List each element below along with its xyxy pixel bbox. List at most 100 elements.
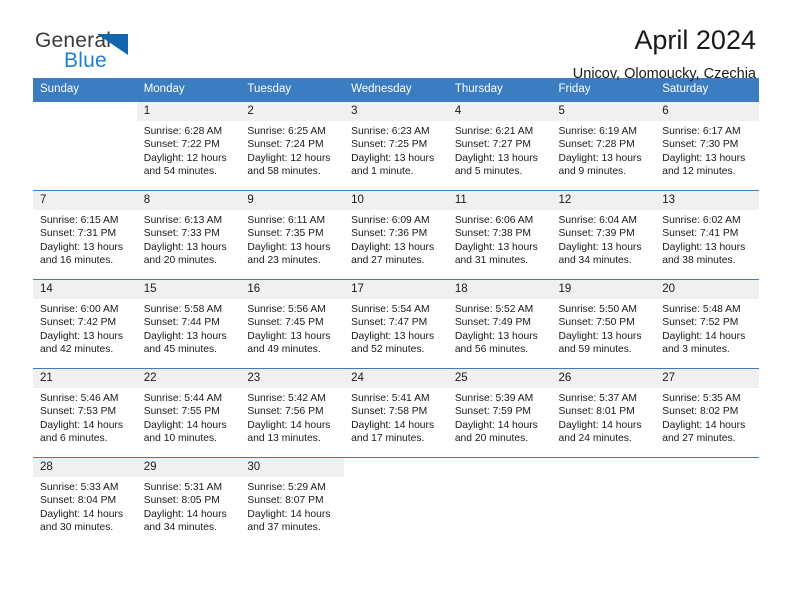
daylight-text-line2: and 5 minutes. <box>454 166 523 178</box>
day-number: 10 <box>344 191 448 210</box>
calendar-day-cell[interactable]: 7 Sunrise: 6:15 AM Sunset: 7:31 PM Daylight… <box>33 190 137 280</box>
day-details: Sunrise: 6:25 AM Sunset: 7:24 PM Daylight:… <box>240 121 344 179</box>
calendar-day-cell[interactable]: 4 Sunrise: 6:21 AM Sunset: 7:27 PM Daylight… <box>447 101 552 191</box>
daylight-text-line1: Daylight: 13 hours <box>558 330 642 342</box>
calendar-cell-empty <box>551 457 656 547</box>
calendar-day-cell[interactable]: 19 Sunrise: 5:50 AM Sunset: 7:50 PM Dayligh… <box>551 279 656 369</box>
sunset-text: Sunset: 7:33 PM <box>143 228 220 240</box>
day-details: Sunrise: 5:33 AM Sunset: 8:04 PM Daylight:… <box>33 477 137 535</box>
daylight-text-line2: and 9 minutes. <box>558 166 627 178</box>
sunset-text: Sunset: 7:55 PM <box>143 406 220 418</box>
calendar-week-row: 1 Sunrise: 6:28 AM Sunset: 7:22 PM Daylight… <box>33 101 759 191</box>
calendar-day-cell[interactable]: 17 Sunrise: 5:54 AM Sunset: 7:47 PM Dayligh… <box>344 279 448 369</box>
day-details: Sunrise: 6:17 AM Sunset: 7:30 PM Daylight:… <box>655 121 759 179</box>
day-number: 20 <box>655 280 759 299</box>
calendar-day-cell[interactable]: 20 Sunrise: 5:48 AM Sunset: 7:52 PM Dayligh… <box>655 279 759 369</box>
calendar-day-cell[interactable]: 30 Sunrise: 5:29 AM Sunset: 8:07 PM Dayligh… <box>240 457 345 547</box>
brand-logo[interactable]: General Blue <box>33 26 213 82</box>
calendar-cell-empty <box>344 457 448 547</box>
calendar-day-cell[interactable]: 27 Sunrise: 5:35 AM Sunset: 8:02 PM Dayligh… <box>655 368 759 458</box>
sunrise-text: Sunrise: 6:04 AM <box>558 215 637 226</box>
calendar-day-cell[interactable]: 2 Sunrise: 6:25 AM Sunset: 7:24 PM Daylight… <box>240 101 345 191</box>
day-number <box>447 458 552 477</box>
sunset-text: Sunset: 8:05 PM <box>143 495 220 507</box>
calendar-day-cell[interactable]: 26 Sunrise: 5:37 AM Sunset: 8:01 PM Dayligh… <box>551 368 656 458</box>
sunrise-text: Sunrise: 5:31 AM <box>143 482 223 493</box>
calendar-day-cell[interactable]: 24 Sunrise: 5:41 AM Sunset: 7:58 PM Dayligh… <box>344 368 448 458</box>
calendar-grid: Sunday Monday Tuesday Wednesday Thursday… <box>33 78 759 547</box>
sunrise-text: Sunrise: 6:19 AM <box>558 126 637 137</box>
calendar-day-cell[interactable]: 25 Sunrise: 5:39 AM Sunset: 7:59 PM Dayligh… <box>447 368 552 458</box>
day-details: Sunrise: 5:42 AM Sunset: 7:56 PM Daylight:… <box>240 388 344 446</box>
day-details <box>552 477 656 481</box>
day-number: 7 <box>33 191 137 210</box>
calendar-day-cell[interactable]: 18 Sunrise: 5:52 AM Sunset: 7:49 PM Dayligh… <box>447 279 552 369</box>
calendar-day-cell[interactable]: 13 Sunrise: 6:02 AM Sunset: 7:41 PM Dayligh… <box>655 190 759 280</box>
sunset-text: Sunset: 7:27 PM <box>454 139 531 151</box>
calendar-day-cell[interactable]: 6 Sunrise: 6:17 AM Sunset: 7:30 PM Daylight… <box>655 101 759 191</box>
sunset-text: Sunset: 7:41 PM <box>662 228 739 240</box>
daylight-text-line2: and 52 minutes. <box>351 344 425 356</box>
sunset-text: Sunset: 7:58 PM <box>351 406 428 418</box>
calendar-day-cell[interactable]: 16 Sunrise: 5:56 AM Sunset: 7:45 PM Dayligh… <box>240 279 345 369</box>
daylight-text-line2: and 12 minutes. <box>662 166 736 178</box>
calendar-day-cell[interactable]: 28 Sunrise: 5:33 AM Sunset: 8:04 PM Dayligh… <box>33 457 137 547</box>
daylight-text-line1: Daylight: 13 hours <box>247 241 331 253</box>
calendar-day-cell[interactable]: 9 Sunrise: 6:11 AM Sunset: 7:35 PM Daylight… <box>240 190 345 280</box>
calendar-day-cell[interactable]: 1 Sunrise: 6:28 AM Sunset: 7:22 PM Daylight… <box>136 101 241 191</box>
daylight-text-line2: and 20 minutes. <box>454 433 529 445</box>
page-subtitle: Unicov, Olomoucky, Czechia <box>572 66 756 83</box>
day-details: Sunrise: 5:29 AM Sunset: 8:07 PM Daylight:… <box>240 477 344 535</box>
daylight-text-line2: and 3 minutes. <box>662 344 730 356</box>
calendar-day-cell[interactable]: 10 Sunrise: 6:09 AM Sunset: 7:36 PM Dayligh… <box>344 190 448 280</box>
calendar-day-cell[interactable]: 14 Sunrise: 6:00 AM Sunset: 7:42 PM Dayligh… <box>33 279 137 369</box>
daylight-text-line1: Daylight: 13 hours <box>351 330 435 342</box>
daylight-text-line1: Daylight: 12 hours <box>143 152 227 164</box>
day-details: Sunrise: 6:23 AM Sunset: 7:25 PM Daylight:… <box>344 121 448 179</box>
day-details: Sunrise: 5:58 AM Sunset: 7:44 PM Daylight:… <box>137 299 241 357</box>
weekday-header-thursday: Thursday <box>447 78 552 102</box>
day-number <box>655 458 759 477</box>
daylight-text-line1: Daylight: 14 hours <box>662 330 746 342</box>
day-details: Sunrise: 6:28 AM Sunset: 7:22 PM Daylight:… <box>137 121 241 179</box>
calendar-week-row: 28 Sunrise: 5:33 AM Sunset: 8:04 PM Dayligh… <box>33 457 759 547</box>
calendar-day-cell[interactable]: 15 Sunrise: 5:58 AM Sunset: 7:44 PM Dayligh… <box>136 279 241 369</box>
sunrise-text: Sunrise: 6:13 AM <box>143 215 223 226</box>
daylight-text-line1: Daylight: 13 hours <box>247 330 331 342</box>
daylight-text-line2: and 27 minutes. <box>351 255 425 267</box>
sunset-text: Sunset: 7:25 PM <box>351 139 428 151</box>
calendar-page: General Blue April 2024 Unicov, Olomouck… <box>0 0 792 612</box>
daylight-text-line1: Daylight: 14 hours <box>247 419 331 431</box>
day-details: Sunrise: 6:04 AM Sunset: 7:39 PM Daylight:… <box>552 210 656 268</box>
day-details: Sunrise: 5:50 AM Sunset: 7:50 PM Daylight:… <box>552 299 656 357</box>
calendar-day-cell[interactable]: 23 Sunrise: 5:42 AM Sunset: 7:56 PM Dayligh… <box>240 368 345 458</box>
sunset-text: Sunset: 7:39 PM <box>558 228 635 240</box>
calendar-day-cell[interactable]: 21 Sunrise: 5:46 AM Sunset: 7:53 PM Dayligh… <box>33 368 137 458</box>
daylight-text-line1: Daylight: 13 hours <box>351 152 435 164</box>
sunrise-text: Sunrise: 5:48 AM <box>662 304 741 315</box>
calendar-day-cell[interactable]: 12 Sunrise: 6:04 AM Sunset: 7:39 PM Dayligh… <box>551 190 656 280</box>
calendar-day-cell[interactable]: 11 Sunrise: 6:06 AM Sunset: 7:38 PM Dayligh… <box>447 190 552 280</box>
daylight-text-line1: Daylight: 14 hours <box>143 508 227 520</box>
sunrise-text: Sunrise: 5:33 AM <box>40 482 119 493</box>
sunset-text: Sunset: 7:22 PM <box>143 139 220 151</box>
daylight-text-line1: Daylight: 13 hours <box>40 330 123 342</box>
daylight-text-line1: Daylight: 14 hours <box>558 419 642 431</box>
day-number <box>551 458 656 477</box>
page-header: General Blue April 2024 Unicov, Olomouck… <box>33 0 759 83</box>
calendar-day-cell[interactable]: 3 Sunrise: 6:23 AM Sunset: 7:25 PM Daylight… <box>344 101 448 191</box>
calendar-day-cell[interactable]: 29 Sunrise: 5:31 AM Sunset: 8:05 PM Dayligh… <box>136 457 241 547</box>
daylight-text-line2: and 59 minutes. <box>558 344 632 356</box>
day-number: 15 <box>136 280 241 299</box>
sunset-text: Sunset: 8:04 PM <box>40 495 117 507</box>
calendar-day-cell[interactable]: 8 Sunrise: 6:13 AM Sunset: 7:33 PM Daylight… <box>136 190 241 280</box>
calendar-cell-empty <box>33 101 137 191</box>
weekday-header-tuesday: Tuesday <box>240 78 345 102</box>
calendar-day-cell[interactable]: 22 Sunrise: 5:44 AM Sunset: 7:55 PM Dayligh… <box>136 368 241 458</box>
day-number: 12 <box>551 191 656 210</box>
sunrise-text: Sunrise: 6:02 AM <box>662 215 741 226</box>
day-number: 5 <box>551 102 656 121</box>
daylight-text-line1: Daylight: 13 hours <box>558 241 642 253</box>
day-number: 6 <box>655 102 759 121</box>
calendar-day-cell[interactable]: 5 Sunrise: 6:19 AM Sunset: 7:28 PM Daylight… <box>551 101 656 191</box>
